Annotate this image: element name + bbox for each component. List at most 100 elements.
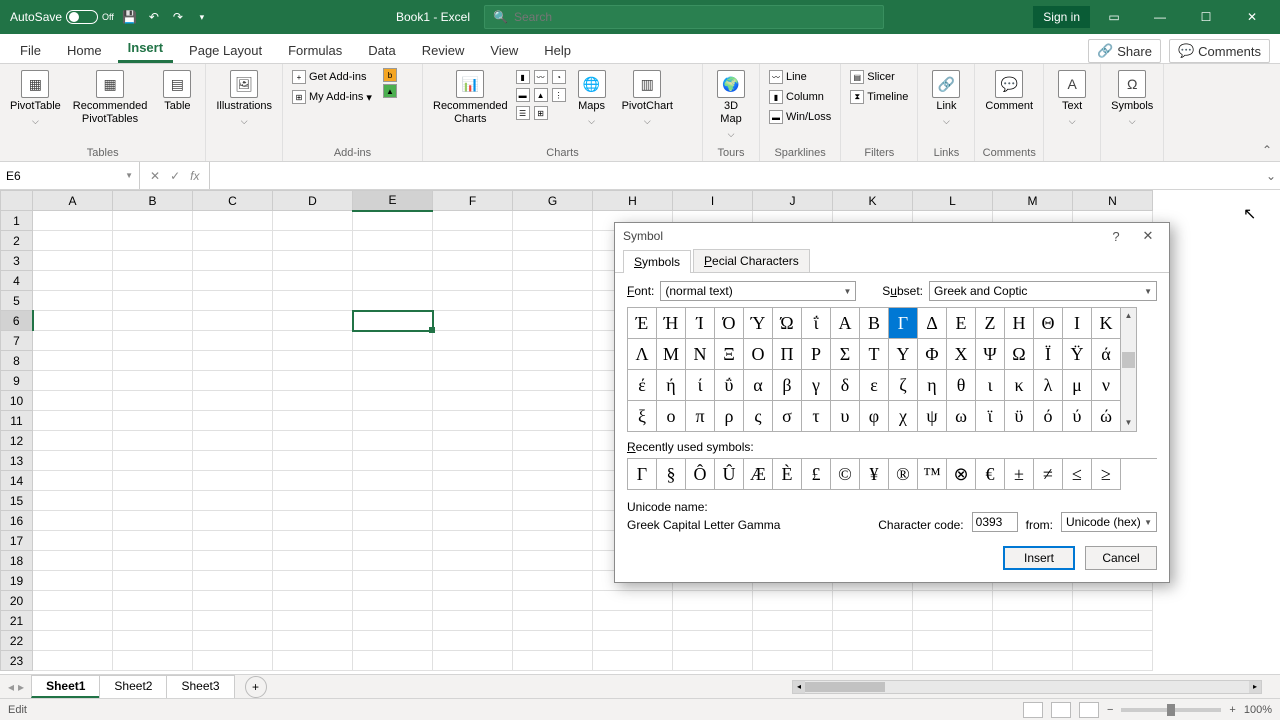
cell[interactable] bbox=[993, 631, 1073, 651]
cell[interactable] bbox=[33, 271, 113, 291]
cell[interactable] bbox=[513, 291, 593, 311]
cell[interactable] bbox=[193, 211, 273, 231]
cell[interactable] bbox=[353, 351, 433, 371]
save-icon[interactable]: 💾 bbox=[122, 9, 138, 25]
symbol-cell[interactable]: ψ bbox=[918, 401, 947, 432]
cell[interactable] bbox=[273, 231, 353, 251]
column-header[interactable]: E bbox=[353, 191, 433, 211]
cell[interactable] bbox=[33, 531, 113, 551]
name-box[interactable]: E6▼ bbox=[0, 162, 140, 189]
column-header[interactable]: K bbox=[833, 191, 913, 211]
recent-symbol-cell[interactable]: ® bbox=[889, 459, 918, 490]
cell[interactable] bbox=[113, 651, 193, 671]
cell[interactable] bbox=[113, 251, 193, 271]
recent-symbol-cell[interactable]: ≤ bbox=[1063, 459, 1092, 490]
people-graph-icon[interactable]: ▲ bbox=[383, 84, 397, 98]
cell[interactable] bbox=[353, 331, 433, 351]
cell[interactable] bbox=[353, 631, 433, 651]
recent-symbol-cell[interactable]: È bbox=[773, 459, 802, 490]
symbol-cell[interactable]: Ώ bbox=[773, 308, 802, 339]
cell[interactable] bbox=[33, 571, 113, 591]
recent-symbol-cell[interactable]: € bbox=[976, 459, 1005, 490]
signin-button[interactable]: Sign in bbox=[1033, 6, 1090, 28]
cell[interactable] bbox=[113, 611, 193, 631]
cell[interactable] bbox=[113, 491, 193, 511]
cell[interactable] bbox=[273, 531, 353, 551]
cell[interactable] bbox=[273, 311, 353, 331]
cell[interactable] bbox=[193, 511, 273, 531]
row-header[interactable]: 23 bbox=[1, 651, 33, 671]
cell[interactable] bbox=[513, 531, 593, 551]
cell[interactable] bbox=[193, 431, 273, 451]
minimize-icon[interactable]: — bbox=[1138, 0, 1182, 34]
row-header[interactable]: 20 bbox=[1, 591, 33, 611]
row-header[interactable]: 14 bbox=[1, 471, 33, 491]
cell[interactable] bbox=[273, 571, 353, 591]
cell[interactable] bbox=[33, 651, 113, 671]
cell[interactable] bbox=[353, 211, 433, 231]
subset-select[interactable]: Greek and Coptic▼ bbox=[929, 281, 1157, 301]
symbol-cell[interactable]: ΐ bbox=[802, 308, 831, 339]
cell[interactable] bbox=[673, 651, 753, 671]
symbol-cell[interactable]: ΰ bbox=[715, 370, 744, 401]
symbol-cell[interactable]: δ bbox=[831, 370, 860, 401]
cell[interactable] bbox=[113, 451, 193, 471]
symbol-cell[interactable]: ι bbox=[976, 370, 1005, 401]
cell[interactable] bbox=[513, 451, 593, 471]
cell[interactable] bbox=[433, 451, 513, 471]
cell[interactable] bbox=[273, 431, 353, 451]
symbol-cell[interactable]: σ bbox=[773, 401, 802, 432]
symbol-cell[interactable]: κ bbox=[1005, 370, 1034, 401]
cell[interactable] bbox=[353, 551, 433, 571]
cell[interactable] bbox=[353, 611, 433, 631]
cell[interactable] bbox=[273, 631, 353, 651]
recent-symbol-cell[interactable]: ™ bbox=[918, 459, 947, 490]
symbol-cell[interactable]: τ bbox=[802, 401, 831, 432]
cell[interactable] bbox=[433, 271, 513, 291]
cell[interactable] bbox=[273, 511, 353, 531]
get-addins-button[interactable]: +Get Add-ins bbox=[289, 68, 375, 86]
cell[interactable] bbox=[993, 611, 1073, 631]
cell[interactable] bbox=[673, 611, 753, 631]
symbol-cell[interactable]: ή bbox=[657, 370, 686, 401]
cell[interactable] bbox=[433, 251, 513, 271]
cell[interactable] bbox=[513, 511, 593, 531]
cell[interactable] bbox=[513, 431, 593, 451]
row-header[interactable]: 18 bbox=[1, 551, 33, 571]
column-chart-icon[interactable]: ▮ bbox=[516, 70, 530, 84]
scroll-left-icon[interactable]: ◂ bbox=[793, 681, 805, 693]
cell[interactable] bbox=[33, 251, 113, 271]
cell[interactable] bbox=[353, 391, 433, 411]
cell[interactable] bbox=[33, 431, 113, 451]
row-header[interactable]: 5 bbox=[1, 291, 33, 311]
symbol-cell[interactable]: Ί bbox=[686, 308, 715, 339]
cell[interactable] bbox=[513, 631, 593, 651]
cell[interactable] bbox=[273, 611, 353, 631]
area-chart-icon[interactable]: ▲ bbox=[534, 88, 548, 102]
redo-icon[interactable]: ↷ bbox=[170, 9, 186, 25]
close-icon[interactable]: ✕ bbox=[1230, 0, 1274, 34]
cell[interactable] bbox=[113, 351, 193, 371]
zoom-in-icon[interactable]: + bbox=[1229, 704, 1235, 716]
cell[interactable] bbox=[833, 611, 913, 631]
cell[interactable] bbox=[513, 331, 593, 351]
symbol-cell[interactable]: υ bbox=[831, 401, 860, 432]
dialog-close-icon[interactable]: ✕ bbox=[1135, 228, 1161, 244]
symbol-cell[interactable]: Ζ bbox=[976, 308, 1005, 339]
symbol-cell[interactable]: Θ bbox=[1034, 308, 1063, 339]
cell[interactable] bbox=[273, 551, 353, 571]
cell[interactable] bbox=[33, 611, 113, 631]
cell[interactable] bbox=[193, 551, 273, 571]
cell[interactable] bbox=[273, 451, 353, 471]
cell[interactable] bbox=[353, 571, 433, 591]
cell[interactable] bbox=[113, 551, 193, 571]
column-header[interactable]: A bbox=[33, 191, 113, 211]
symbol-cell[interactable]: α bbox=[744, 370, 773, 401]
cell[interactable] bbox=[193, 651, 273, 671]
cell[interactable] bbox=[673, 591, 753, 611]
cell[interactable] bbox=[273, 291, 353, 311]
table-button[interactable]: ▤Table bbox=[155, 68, 199, 115]
cell[interactable] bbox=[113, 231, 193, 251]
cell[interactable] bbox=[273, 411, 353, 431]
symbol-cell[interactable]: Ό bbox=[715, 308, 744, 339]
